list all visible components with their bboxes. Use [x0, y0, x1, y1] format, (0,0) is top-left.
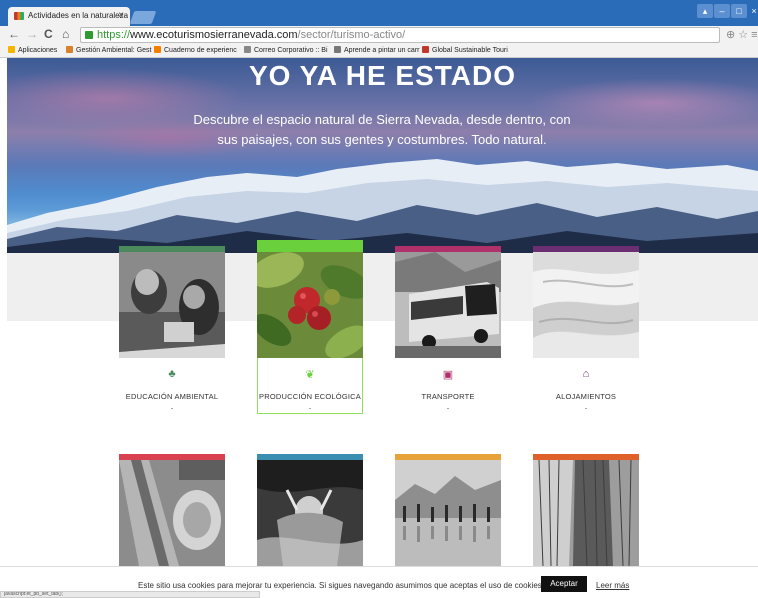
back-arrow-icon[interactable]: ←	[8, 27, 20, 41]
web-page: YO YA HE ESTADO Descubre el espacio natu…	[0, 58, 758, 598]
children-photo	[119, 252, 225, 358]
bookmark-star-icon[interactable]: ⊕☆≡	[726, 28, 758, 41]
card-label: ALOJAMIENTOS	[555, 392, 617, 401]
tree-bark-photo	[533, 460, 639, 566]
bookmarks-bar: Aplicaciones Gestión Ambiental: Gest Cuade…	[0, 44, 758, 58]
raspberries-photo	[257, 252, 363, 358]
bus-photo	[395, 252, 501, 358]
read-more-link[interactable]: Leer más	[596, 581, 629, 590]
url-path: /sector/turismo-activo/	[297, 29, 406, 41]
mountain-range-image	[7, 159, 758, 253]
tab-close-icon[interactable]: ×	[118, 10, 124, 21]
card-dot	[171, 408, 173, 409]
accept-cookies-button[interactable]: Aceptar	[541, 576, 587, 592]
tab-title: Actividades en la naturaleza	[28, 11, 129, 20]
minimize-window-icon[interactable]: –	[714, 4, 730, 18]
card-label: EDUCACIÓN AMBIENTAL	[125, 392, 219, 401]
user-profile-icon[interactable]: ▴	[697, 4, 713, 18]
browser-tab[interactable]: Actividades en la naturaleza ×	[8, 7, 130, 26]
hikers-photo	[395, 460, 501, 566]
close-window-icon[interactable]: ×	[748, 4, 758, 18]
water-bathing-photo	[257, 460, 363, 566]
card-top-bar	[257, 240, 363, 252]
apps-grid-icon	[8, 46, 15, 53]
card-label: PRODUCCIÓN ECOLÓGICA	[259, 392, 361, 401]
bookmark-icon	[66, 46, 73, 53]
bookmark-label: Gestión Ambiental: Gest	[76, 47, 152, 54]
bookmark-label: Global Sustainable Touri	[432, 47, 508, 54]
cookie-message: Este sitio usa cookies para mejorar tu e…	[138, 581, 542, 590]
hero-subtitle: Descubre el espacio natural de Sierra Ne…	[193, 112, 571, 147]
url-scheme: https://	[97, 29, 131, 41]
bookmark-4[interactable]: Correo Corporativo :: Bi	[244, 46, 328, 54]
tree-icon: ♣	[168, 368, 176, 380]
bookmark-6[interactable]: Global Sustainable Touri	[422, 46, 508, 54]
link-icon	[422, 46, 429, 53]
card-label: TRANSPORTE	[421, 392, 475, 401]
bus-icon: ▣	[442, 369, 454, 381]
bed-linen-photo	[533, 252, 639, 358]
bookmark-2[interactable]: Gestión Ambiental: Gest	[66, 46, 151, 54]
leaf-icon: ❦	[305, 369, 315, 381]
reload-icon[interactable]: C	[44, 27, 53, 41]
new-tab-button[interactable]	[129, 11, 157, 24]
bookmark-label: Aplicaciones	[18, 47, 58, 54]
status-bar: javascript:et_pb_set_tab();	[0, 591, 260, 598]
bookmark-label: Correo Corporativo :: Bi	[254, 47, 328, 54]
maximize-window-icon[interactable]: □	[731, 4, 747, 18]
card-dot	[447, 408, 449, 409]
url-host: www.ecoturismosierranevada.com	[130, 29, 298, 41]
card-dot	[309, 408, 311, 409]
page-icon	[334, 46, 341, 53]
site-favicon-icon	[14, 12, 24, 20]
home-icon[interactable]: ⌂	[62, 27, 69, 41]
bookmark-1[interactable]: Aplicaciones	[8, 46, 57, 54]
basket-craft-photo	[119, 460, 225, 566]
bookmark-label: Aprende a pintar un carr	[344, 47, 420, 54]
bookmark-label: Cuaderno de experienc	[164, 47, 237, 54]
blogger-icon	[154, 46, 161, 53]
address-bar[interactable]: https://www.ecoturismosierranevada.com/s…	[80, 27, 720, 43]
browser-tab-bar: Actividades en la naturaleza × ▴ – □ ×	[0, 0, 758, 26]
browser-toolbar: ← → C ⌂ https://www.ecoturismosierraneva…	[0, 26, 758, 44]
hero-banner: YO YA HE ESTADO Descubre el espacio natu…	[7, 58, 758, 253]
card-dot	[585, 408, 587, 409]
bookmark-5[interactable]: Aprende a pintar un carr	[334, 46, 420, 54]
lock-icon	[85, 31, 93, 39]
home-icon: ⌂	[582, 368, 590, 380]
bookmark-3[interactable]: Cuaderno de experienc	[154, 46, 237, 54]
mail-icon	[244, 46, 251, 53]
hero-title: YO YA HE ESTADO	[248, 60, 517, 91]
forward-arrow-icon[interactable]: →	[26, 27, 38, 41]
